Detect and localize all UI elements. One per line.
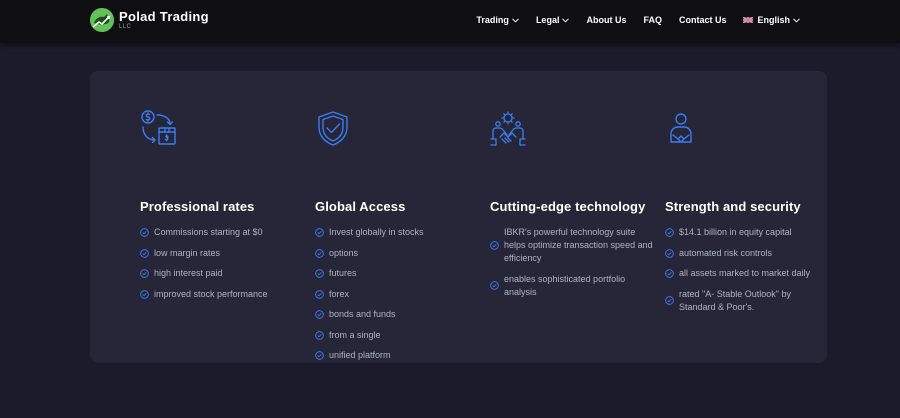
check-circle-icon [490,281,499,290]
feature-title: Cutting-edge technology [490,199,646,214]
nav-trading[interactable]: Trading [476,15,519,25]
check-circle-icon [140,248,149,258]
secure-user-icon [670,113,692,143]
feature-global-access: Global Access Invest globally in stocks … [315,109,485,360]
feature-list: IBKR's powerful technology suite helps o… [490,226,660,306]
language-label: English [757,15,790,25]
nav-about-us[interactable]: About Us [586,15,626,25]
nav-faq-label: FAQ [643,15,662,25]
top-navbar: Polad Trading LLC Trading Legal About Us… [0,0,900,43]
list-item: bonds and funds [315,308,485,321]
list-item: IBKR's powerful technology suite helps o… [490,226,660,265]
list-item: rated "A- Stable Outlook" by Standard & … [665,288,835,314]
list-item: automated risk controls [665,247,835,260]
feature-cutting-edge-technology: Cutting-edge technology IBKR's powerful … [490,109,660,297]
nav-about-us-label: About Us [586,15,627,25]
chevron-down-icon [562,17,570,23]
list-item: enables sophisticated portfolio analysis [490,273,660,299]
currency-exchange-icon [141,110,176,145]
shield-check-icon [318,111,348,146]
list-item: improved stock performance [140,288,310,301]
chevron-down-icon [793,17,800,23]
list-item: high interest paid [140,267,310,280]
feature-list: $14.1 billion in equity capital automate… [665,226,835,321]
check-circle-icon [315,228,324,237]
check-circle-icon [665,228,674,237]
nav-faq[interactable]: FAQ [643,15,662,25]
check-circle-icon [665,248,674,258]
list-item: unified platform [315,349,485,362]
list-item: all assets marked to market daily [665,267,835,280]
list-item: from a single [315,329,485,342]
check-circle-icon [140,269,149,278]
check-circle-icon [315,330,324,340]
list-item: futures [315,267,485,280]
brand-sub: LLC [119,24,132,30]
feature-title: Professional rates [140,199,255,214]
feature-list: Invest globally in stocks options future… [315,226,485,370]
check-circle-icon [140,228,149,237]
check-circle-icon [140,289,149,299]
nav-contact-us[interactable]: Contact Us [679,15,727,25]
list-item: Commissions starting at $0 [140,226,310,239]
feature-list: Commissions starting at $0 low margin ra… [140,226,310,308]
features-card: Professional rates Commissions starting … [90,71,827,363]
nav-trading-label: Trading [476,15,509,25]
list-item: low margin rates [140,247,310,260]
feature-title: Global Access [315,199,406,214]
feature-professional-rates: Professional rates Commissions starting … [140,109,310,299]
tech-handshake-icon [490,111,526,146]
brand-logo[interactable]: Polad Trading LLC [90,7,209,33]
check-circle-icon [315,310,324,319]
language-selector[interactable]: English [743,15,800,25]
nav-legal[interactable]: Legal [536,15,570,25]
check-circle-icon [315,248,324,258]
check-circle-icon [315,269,324,278]
chevron-down-icon [512,17,519,23]
list-item: $14.1 billion in equity capital [665,226,835,239]
list-item: options [315,247,485,260]
brand-name: Polad Trading [119,9,209,24]
check-circle-icon [665,269,674,278]
main-nav: Trading Legal About Us FAQ Contact Us En… [459,0,800,40]
feature-strength-and-security: Strength and security $14.1 billion in e… [665,109,835,312]
check-circle-icon [315,351,324,360]
list-item: forex [315,288,485,301]
list-item: Invest globally in stocks [315,226,485,239]
nav-legal-label: Legal [535,15,560,25]
uk-flag-icon [743,17,754,23]
nav-contact-us-label: Contact Us [678,15,727,25]
check-circle-icon [490,241,499,250]
check-circle-icon [315,289,324,299]
feature-title: Strength and security [665,199,801,214]
bull-logo-icon [90,8,114,32]
check-circle-icon [665,296,674,305]
